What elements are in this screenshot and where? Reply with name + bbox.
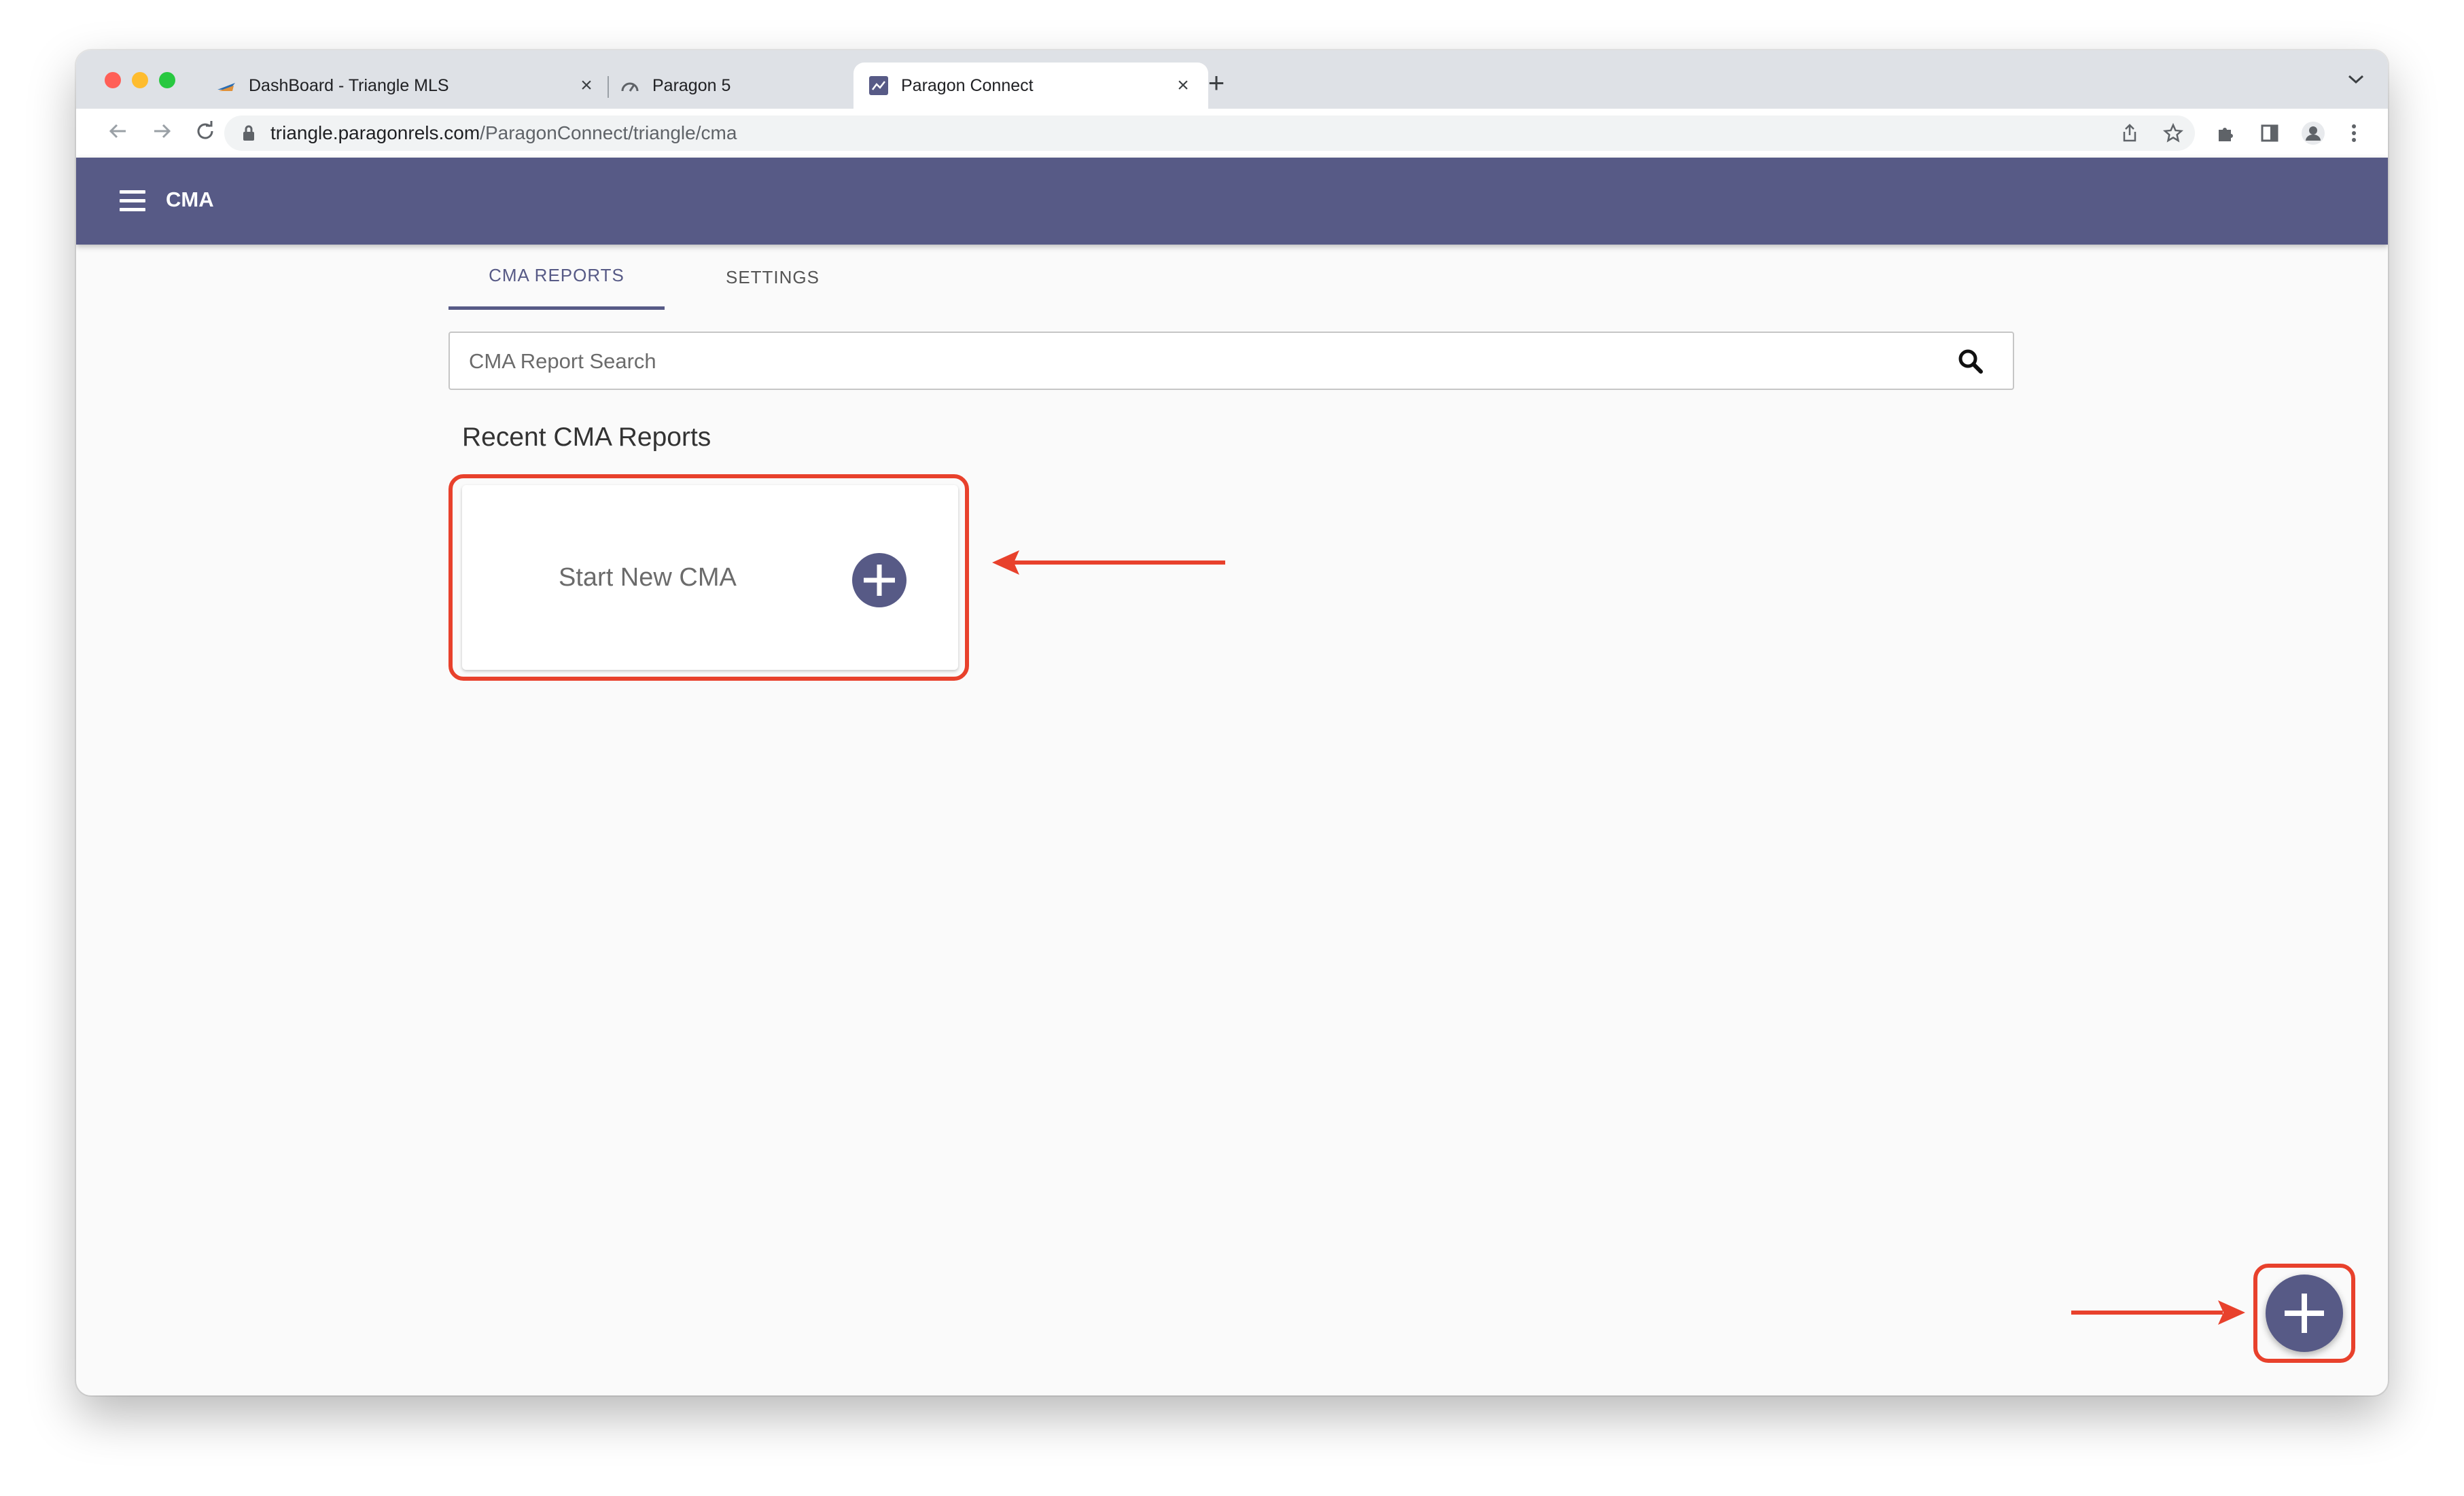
browser-tab-paragon-connect[interactable]: Paragon Connect × [853,63,1208,109]
puzzle-icon[interactable] [2211,118,2241,148]
tab-cma-reports[interactable]: CMA REPORTS [448,245,665,310]
forward-arrow-icon[interactable] [148,120,175,147]
star-icon[interactable] [2158,118,2188,148]
profile-icon[interactable] [2298,118,2328,148]
browser-window: DashBoard - Triangle MLS × Paragon 5 × P… [76,50,2388,1395]
browser-tab-dashboard[interactable]: DashBoard - Triangle MLS × [216,63,597,109]
annotation-highlight-box [448,474,969,681]
page-title: CMA [166,188,214,211]
app-header: CMA [76,158,2388,245]
cma-search-input[interactable] [468,333,1938,390]
tab-title: Paragon Connect [901,75,1034,95]
search-icon[interactable] [1957,348,1984,375]
more-vert-icon[interactable] [2339,118,2369,148]
annotation-arrow-left [992,550,1225,575]
triangle-mls-icon [216,75,236,96]
tab-title: DashBoard - Triangle MLS [249,75,449,95]
lock-icon[interactable] [242,124,256,142]
share-icon[interactable] [2115,118,2145,148]
address-bar[interactable]: triangle.paragonrels.com/ParagonConnect/… [224,115,2195,151]
new-tab-button[interactable]: + [1196,67,1237,99]
browser-toolbar: triangle.paragonrels.com/ParagonConnect/… [76,109,2388,158]
side-panel-icon[interactable] [2255,118,2285,148]
hamburger-icon[interactable] [120,190,145,212]
url-text: triangle.paragonrels.com/ParagonConnect/… [270,122,737,143]
tab-settings[interactable]: SETTINGS [665,245,881,310]
tab-separator [608,76,609,98]
close-window-button[interactable] [105,72,121,88]
cma-search-box [448,332,2014,390]
tab-search-chevron-icon[interactable] [2347,71,2365,90]
zoom-window-button[interactable] [159,72,175,88]
minimize-window-button[interactable] [132,72,148,88]
annotation-highlight-box [2253,1264,2355,1363]
paragon-connect-icon [868,75,889,96]
close-icon[interactable]: × [576,74,597,97]
close-icon[interactable]: × [1173,74,1193,97]
annotation-arrow-right [2071,1300,2245,1325]
recent-reports-heading: Recent CMA Reports [462,423,711,452]
back-arrow-icon[interactable] [105,120,132,147]
paragon-gauge-icon [620,75,640,96]
tab-strip: DashBoard - Triangle MLS × Paragon 5 × P… [76,50,2388,109]
reload-icon[interactable] [192,120,219,147]
